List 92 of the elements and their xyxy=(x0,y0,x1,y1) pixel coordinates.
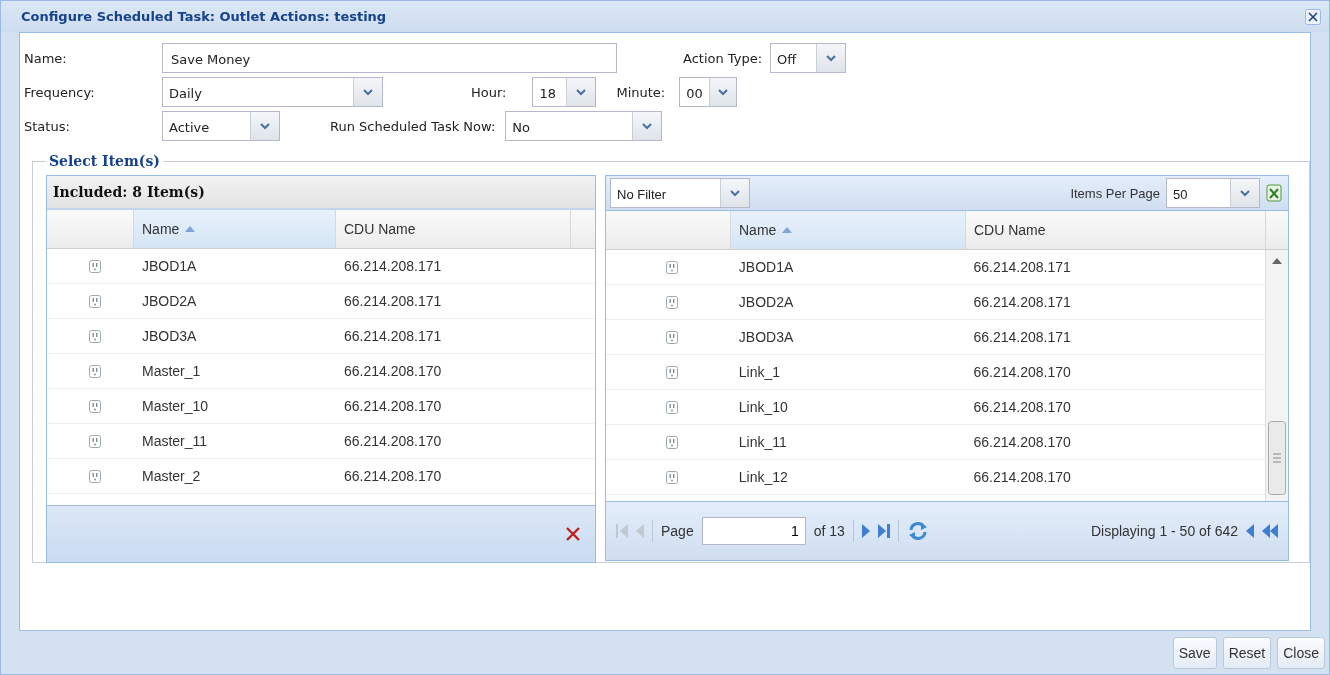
dropdown[interactable]: Active xyxy=(162,111,280,141)
caret-icon xyxy=(826,54,837,62)
dropdown[interactable]: 50 xyxy=(1166,178,1260,208)
outlet-icon xyxy=(666,295,679,309)
table-cell-text: 66.214.208.170 xyxy=(343,433,443,449)
caret-icon xyxy=(730,189,740,197)
table-cell-text: Master_1 xyxy=(141,363,202,379)
column-header[interactable]: Name xyxy=(731,211,966,249)
table-cell-text: 66.214.208.170 xyxy=(972,399,1072,415)
page-label: Page xyxy=(661,523,694,539)
table-cell-text: 66.214.208.171 xyxy=(343,328,443,344)
group-legend: Select Item(s) xyxy=(46,153,163,169)
table-cell-text: 66.214.208.170 xyxy=(972,434,1072,450)
name-field[interactable]: Save Money xyxy=(162,43,617,73)
page-field[interactable]: 1 xyxy=(701,517,806,545)
panel-title: Included: 8 Item(s) xyxy=(47,176,595,210)
table-cell-text: 66.214.208.170 xyxy=(972,469,1072,485)
table-cell-text: 66.214.208.171 xyxy=(972,294,1072,310)
outlet-icon xyxy=(88,294,101,308)
caret-icon xyxy=(363,88,373,96)
outlet-icon xyxy=(88,364,101,378)
sort-arrow-icon xyxy=(185,226,196,232)
outlet-icon xyxy=(88,259,101,273)
table-cell-text: JBOD3A xyxy=(737,329,795,345)
table-cell-text: JBOD1A xyxy=(737,259,795,275)
dialog-button[interactable]: Reset xyxy=(1222,636,1272,669)
outlet-icon xyxy=(666,365,679,379)
table-cell-text: 66.214.208.171 xyxy=(343,258,443,274)
table-cell-text: JBOD1A xyxy=(141,258,198,274)
table-cell-text: Master_11 xyxy=(141,433,209,449)
dropdown[interactable]: 00 xyxy=(679,77,738,107)
dropdown[interactable]: No xyxy=(505,111,663,141)
table-cell-text: 66.214.208.170 xyxy=(343,398,443,414)
table-cell-text: Link_11 xyxy=(737,434,788,450)
table-cell-text: Link_1 xyxy=(737,364,782,380)
table-cell-text: Master_10 xyxy=(141,398,210,414)
caret-icon xyxy=(576,88,587,96)
field-label: Run Scheduled Task Now: xyxy=(330,118,496,134)
table-cell-text: 66.214.208.170 xyxy=(343,468,443,484)
close-icon[interactable] xyxy=(1305,8,1321,25)
outlet-icon xyxy=(88,469,101,483)
field-label: Status: xyxy=(24,118,71,134)
sort-arrow-icon xyxy=(782,227,793,233)
field-label: Name: xyxy=(24,50,68,66)
last-page-icon[interactable] xyxy=(877,523,890,539)
display-count: Displaying 1 - 50 of 642 xyxy=(1090,523,1238,539)
column-header[interactable]: Name xyxy=(134,210,336,248)
outlet-icon xyxy=(88,329,101,343)
dropdown[interactable]: No Filter xyxy=(610,178,750,208)
table-cell-text: Link_10 xyxy=(737,399,789,415)
caret-icon xyxy=(260,122,270,130)
outlet-icon xyxy=(666,435,679,449)
table-cell-text: JBOD2A xyxy=(737,294,795,310)
left-arrow-icon[interactable] xyxy=(1246,523,1254,539)
dropdown[interactable]: Daily xyxy=(162,77,383,107)
page-count: of 13 xyxy=(813,523,845,539)
outlet-icon xyxy=(88,434,101,448)
table-cell-text: 66.214.208.170 xyxy=(343,363,443,379)
table-cell-text: 66.214.208.170 xyxy=(972,364,1072,380)
table-cell-text: JBOD2A xyxy=(141,293,198,309)
outlet-icon xyxy=(666,330,679,344)
field-label: Minute: xyxy=(616,84,666,100)
dialog-button[interactable]: Save xyxy=(1172,636,1217,669)
window-title: Configure Scheduled Task: Outlet Actions: testing xyxy=(21,9,387,24)
items-per-page-label: Items Per Page xyxy=(1070,185,1160,201)
table-cell-text: Link_12 xyxy=(737,469,789,485)
table-cell-text: 66.214.208.171 xyxy=(343,293,443,309)
caret-icon xyxy=(1240,189,1250,197)
table-cell-text: 66.214.208.171 xyxy=(972,329,1072,345)
next-page-icon[interactable] xyxy=(861,523,870,539)
field-label: Hour: xyxy=(471,84,507,100)
spreadsheet-icon[interactable] xyxy=(1266,184,1282,202)
outlet-icon xyxy=(666,260,679,274)
dropdown[interactable]: 18 xyxy=(532,77,597,107)
scroll-up-icon[interactable] xyxy=(1272,258,1282,264)
caret-icon xyxy=(642,122,653,130)
remove-icon[interactable] xyxy=(565,526,581,542)
dialog-button[interactable]: Close xyxy=(1277,636,1325,669)
table-cell-text: JBOD3A xyxy=(141,328,198,344)
table-cell-text: Master_2 xyxy=(141,468,202,484)
field-label: Action Type: xyxy=(683,50,763,66)
scrollbar-thumb[interactable] xyxy=(1268,421,1286,495)
outlet-icon xyxy=(666,470,679,484)
caret-icon xyxy=(718,88,729,96)
column-header[interactable]: CDU Name xyxy=(336,210,571,248)
table-cell-text: 66.214.208.171 xyxy=(972,259,1072,275)
outlet-icon xyxy=(666,400,679,414)
dropdown[interactable]: Off xyxy=(770,43,847,73)
double-left-arrow-icon[interactable] xyxy=(1262,523,1278,539)
column-header[interactable]: CDU Name xyxy=(966,211,1266,249)
field-label: Frequency: xyxy=(24,84,96,100)
outlet-icon xyxy=(88,399,101,413)
